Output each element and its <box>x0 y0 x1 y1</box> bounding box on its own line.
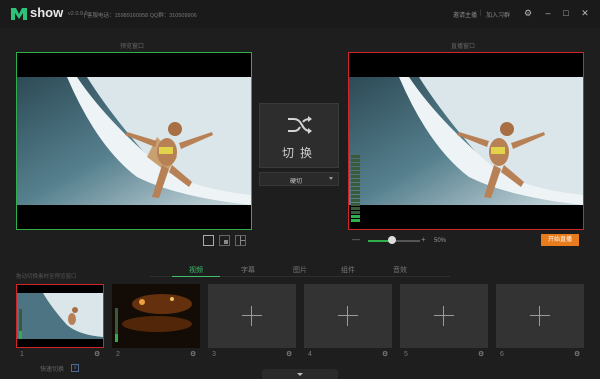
slot-number: 6 <box>500 351 504 358</box>
slot-number: 5 <box>404 351 408 358</box>
volume-up-icon[interactable]: + <box>421 235 426 244</box>
slot-settings-icon[interactable]: ⚙ <box>382 350 390 358</box>
source-slot-2[interactable] <box>112 284 200 348</box>
live-video <box>349 77 583 205</box>
volume-knob[interactable] <box>388 236 396 244</box>
volume-down-icon[interactable]: — <box>352 235 360 244</box>
audio-level-meter <box>351 155 360 225</box>
tab-image[interactable]: 图片 <box>280 265 320 275</box>
maximize-icon[interactable]: □ <box>560 7 572 19</box>
active-tab-indicator <box>172 276 220 277</box>
tab-sound[interactable]: 音效 <box>380 265 420 275</box>
slot-number: 3 <box>212 351 216 358</box>
source-slot-4[interactable] <box>304 284 392 348</box>
slot-number: 2 <box>116 351 120 358</box>
preview-label: 预览窗口 <box>120 44 145 50</box>
sources-caption: 拖动切换素材至预览窗口 <box>16 274 77 280</box>
transition-select[interactable]: 硬切 <box>259 172 339 186</box>
layout-split-button[interactable] <box>235 235 246 246</box>
slot-settings-icon[interactable]: ⚙ <box>478 350 486 358</box>
quick-switch-info-icon[interactable]: i <box>71 364 79 372</box>
add-source-icon <box>242 315 262 316</box>
tab-component[interactable]: 组件 <box>328 265 368 275</box>
source-slot-1[interactable] <box>16 284 104 348</box>
title-separator: | <box>480 10 482 16</box>
slot-settings-icon[interactable]: ⚙ <box>286 350 294 358</box>
source-slot-5[interactable] <box>400 284 488 348</box>
layout-single-button[interactable] <box>203 235 214 246</box>
tab-video[interactable]: 视频 <box>176 265 216 275</box>
minimize-icon[interactable]: – <box>542 7 554 19</box>
collapse-toggle[interactable] <box>262 369 338 379</box>
chevron-down-icon <box>329 177 333 180</box>
slot-settings-icon[interactable]: ⚙ <box>574 350 582 358</box>
close-icon[interactable]: ✕ <box>579 7 591 19</box>
start-live-button[interactable]: 开始直播 <box>541 234 579 246</box>
preview-monitor[interactable] <box>16 52 252 230</box>
slot-number: 4 <box>308 351 312 358</box>
add-source-icon <box>530 315 550 316</box>
volume-percent: 50% <box>434 238 447 244</box>
slot-settings-icon[interactable]: ⚙ <box>190 350 198 358</box>
live-label: 直播窗口 <box>451 44 476 50</box>
quick-switch-label: 快速切换 <box>40 367 65 373</box>
slot-number: 1 <box>20 351 24 358</box>
invite-host-link[interactable]: 邀请主播 <box>453 10 477 19</box>
add-source-icon <box>434 315 454 316</box>
transition-value: 硬切 <box>290 179 303 185</box>
switch-button[interactable]: 切换 <box>259 103 339 168</box>
chevron-down-icon <box>297 373 303 376</box>
join-group-link[interactable]: 加入习群 <box>486 10 510 19</box>
preview-video <box>17 77 251 205</box>
source-slot-6[interactable] <box>496 284 584 348</box>
source-slot-3[interactable] <box>208 284 296 348</box>
settings-icon[interactable]: ⚙ <box>522 7 534 19</box>
add-source-icon <box>338 315 358 316</box>
contact-info: | 客服电话：15989160958 QQ群：310509906 <box>84 13 197 19</box>
slot-settings-icon[interactable]: ⚙ <box>94 350 102 358</box>
layout-pip-button[interactable] <box>219 235 230 246</box>
shuffle-icon <box>288 116 312 134</box>
switch-label: 切换 <box>281 146 318 160</box>
app-name: show <box>30 5 64 20</box>
tab-subtitle[interactable]: 字幕 <box>228 265 268 275</box>
app-logo-icon <box>11 8 27 20</box>
live-monitor[interactable] <box>348 52 584 230</box>
